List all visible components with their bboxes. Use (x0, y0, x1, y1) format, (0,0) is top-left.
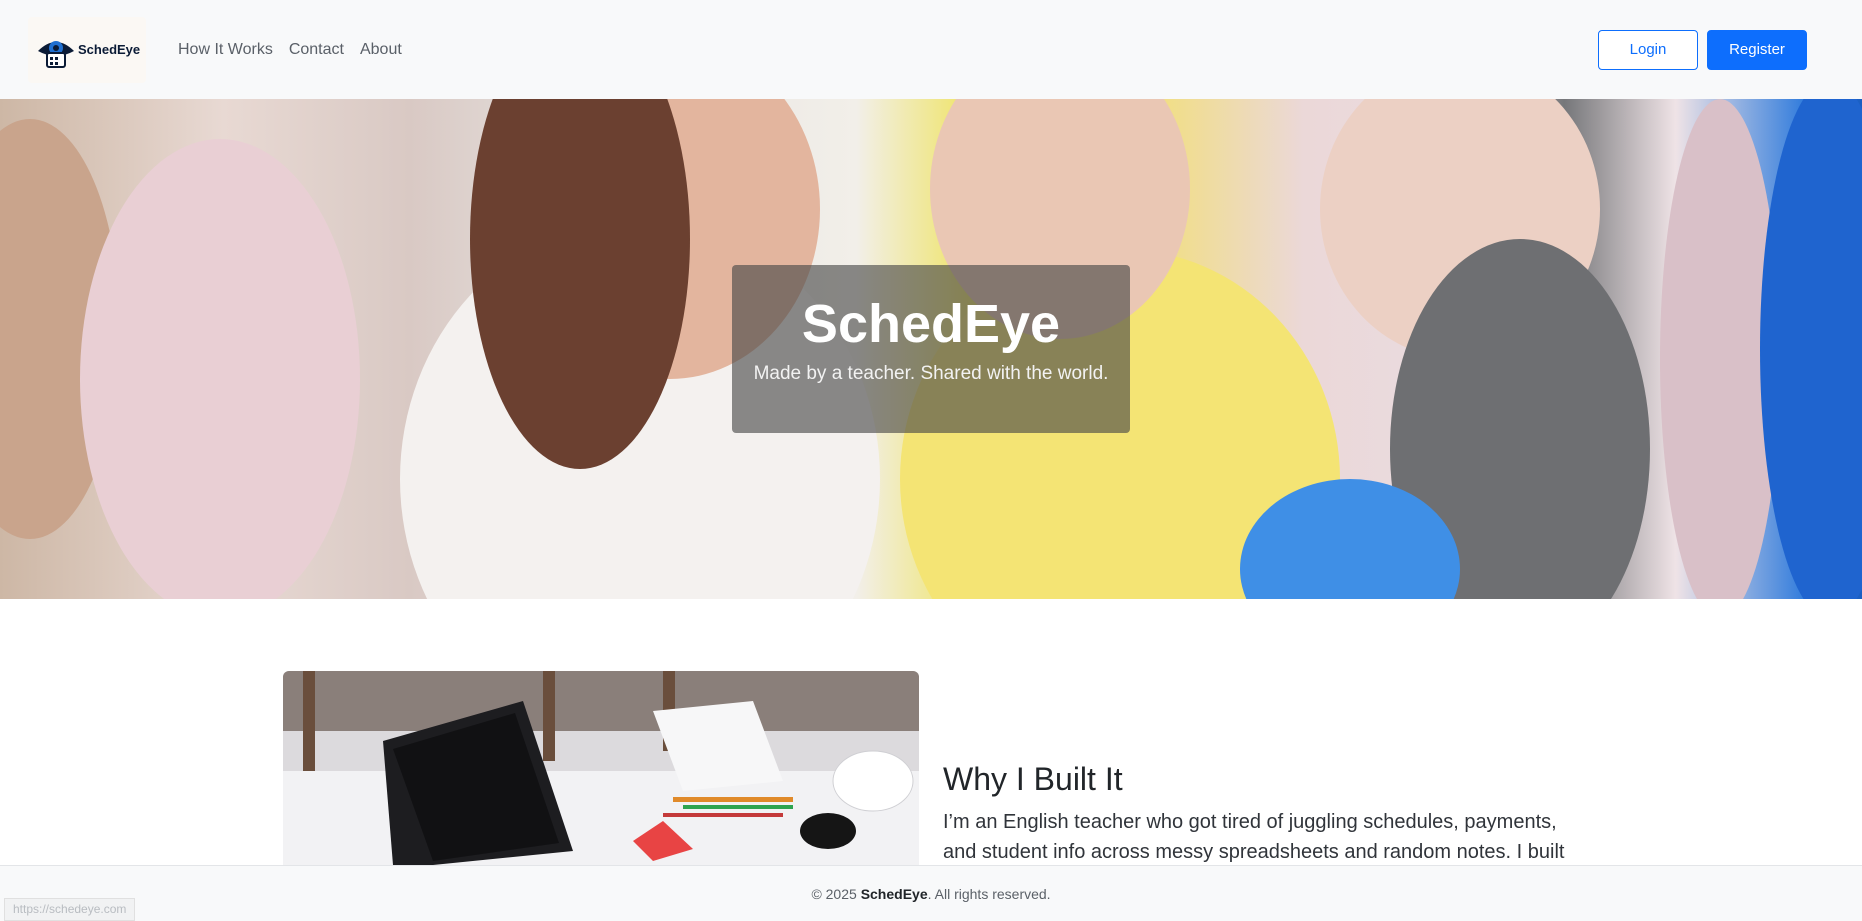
nav-link-how-it-works[interactable]: How It Works (178, 41, 273, 59)
nav-link-contact[interactable]: Contact (289, 41, 344, 59)
why-text: I’m an English teacher who got tired of … (943, 811, 1565, 863)
login-button[interactable]: Login (1598, 29, 1698, 70)
eye-calendar-logo-icon (36, 31, 76, 69)
nav-link-about[interactable]: About (360, 41, 402, 59)
footer-brand: SchedEye (860, 885, 928, 902)
hero-section: SchedEye Made by a teacher. Shared with … (0, 99, 1862, 599)
status-bar-url: https://schedeye.com (4, 898, 136, 921)
hero-overlay-card: SchedEye Made by a teacher. Shared with … (732, 265, 1130, 433)
brand-logo-link[interactable]: SchedEye (28, 16, 146, 83)
register-button[interactable]: Register (1707, 29, 1807, 70)
hero-title: SchedEye (801, 294, 1061, 354)
brand-name: SchedEye (78, 42, 141, 57)
desk-laptop-photo (283, 671, 919, 865)
why-title: Why I Built It (943, 761, 1123, 797)
footer: © 2025 SchedEye. All rights reserved. (0, 865, 1862, 921)
why-section: Why I Built It I’m an English teacher wh… (0, 599, 1862, 865)
footer-copyright: © 2025 SchedEye. All rights reserved. (811, 886, 1050, 902)
hero-subtitle: Made by a teacher. Shared with the world… (753, 363, 1109, 384)
footer-copyright-prefix: © 2025 (811, 885, 861, 902)
nav-actions: Login Register (1598, 29, 1807, 70)
footer-copyright-suffix: . All rights reserved. (927, 885, 1051, 902)
navbar: SchedEye How It Works Contact About Logi… (0, 0, 1862, 99)
nav-links: How It Works Contact About (178, 41, 402, 59)
